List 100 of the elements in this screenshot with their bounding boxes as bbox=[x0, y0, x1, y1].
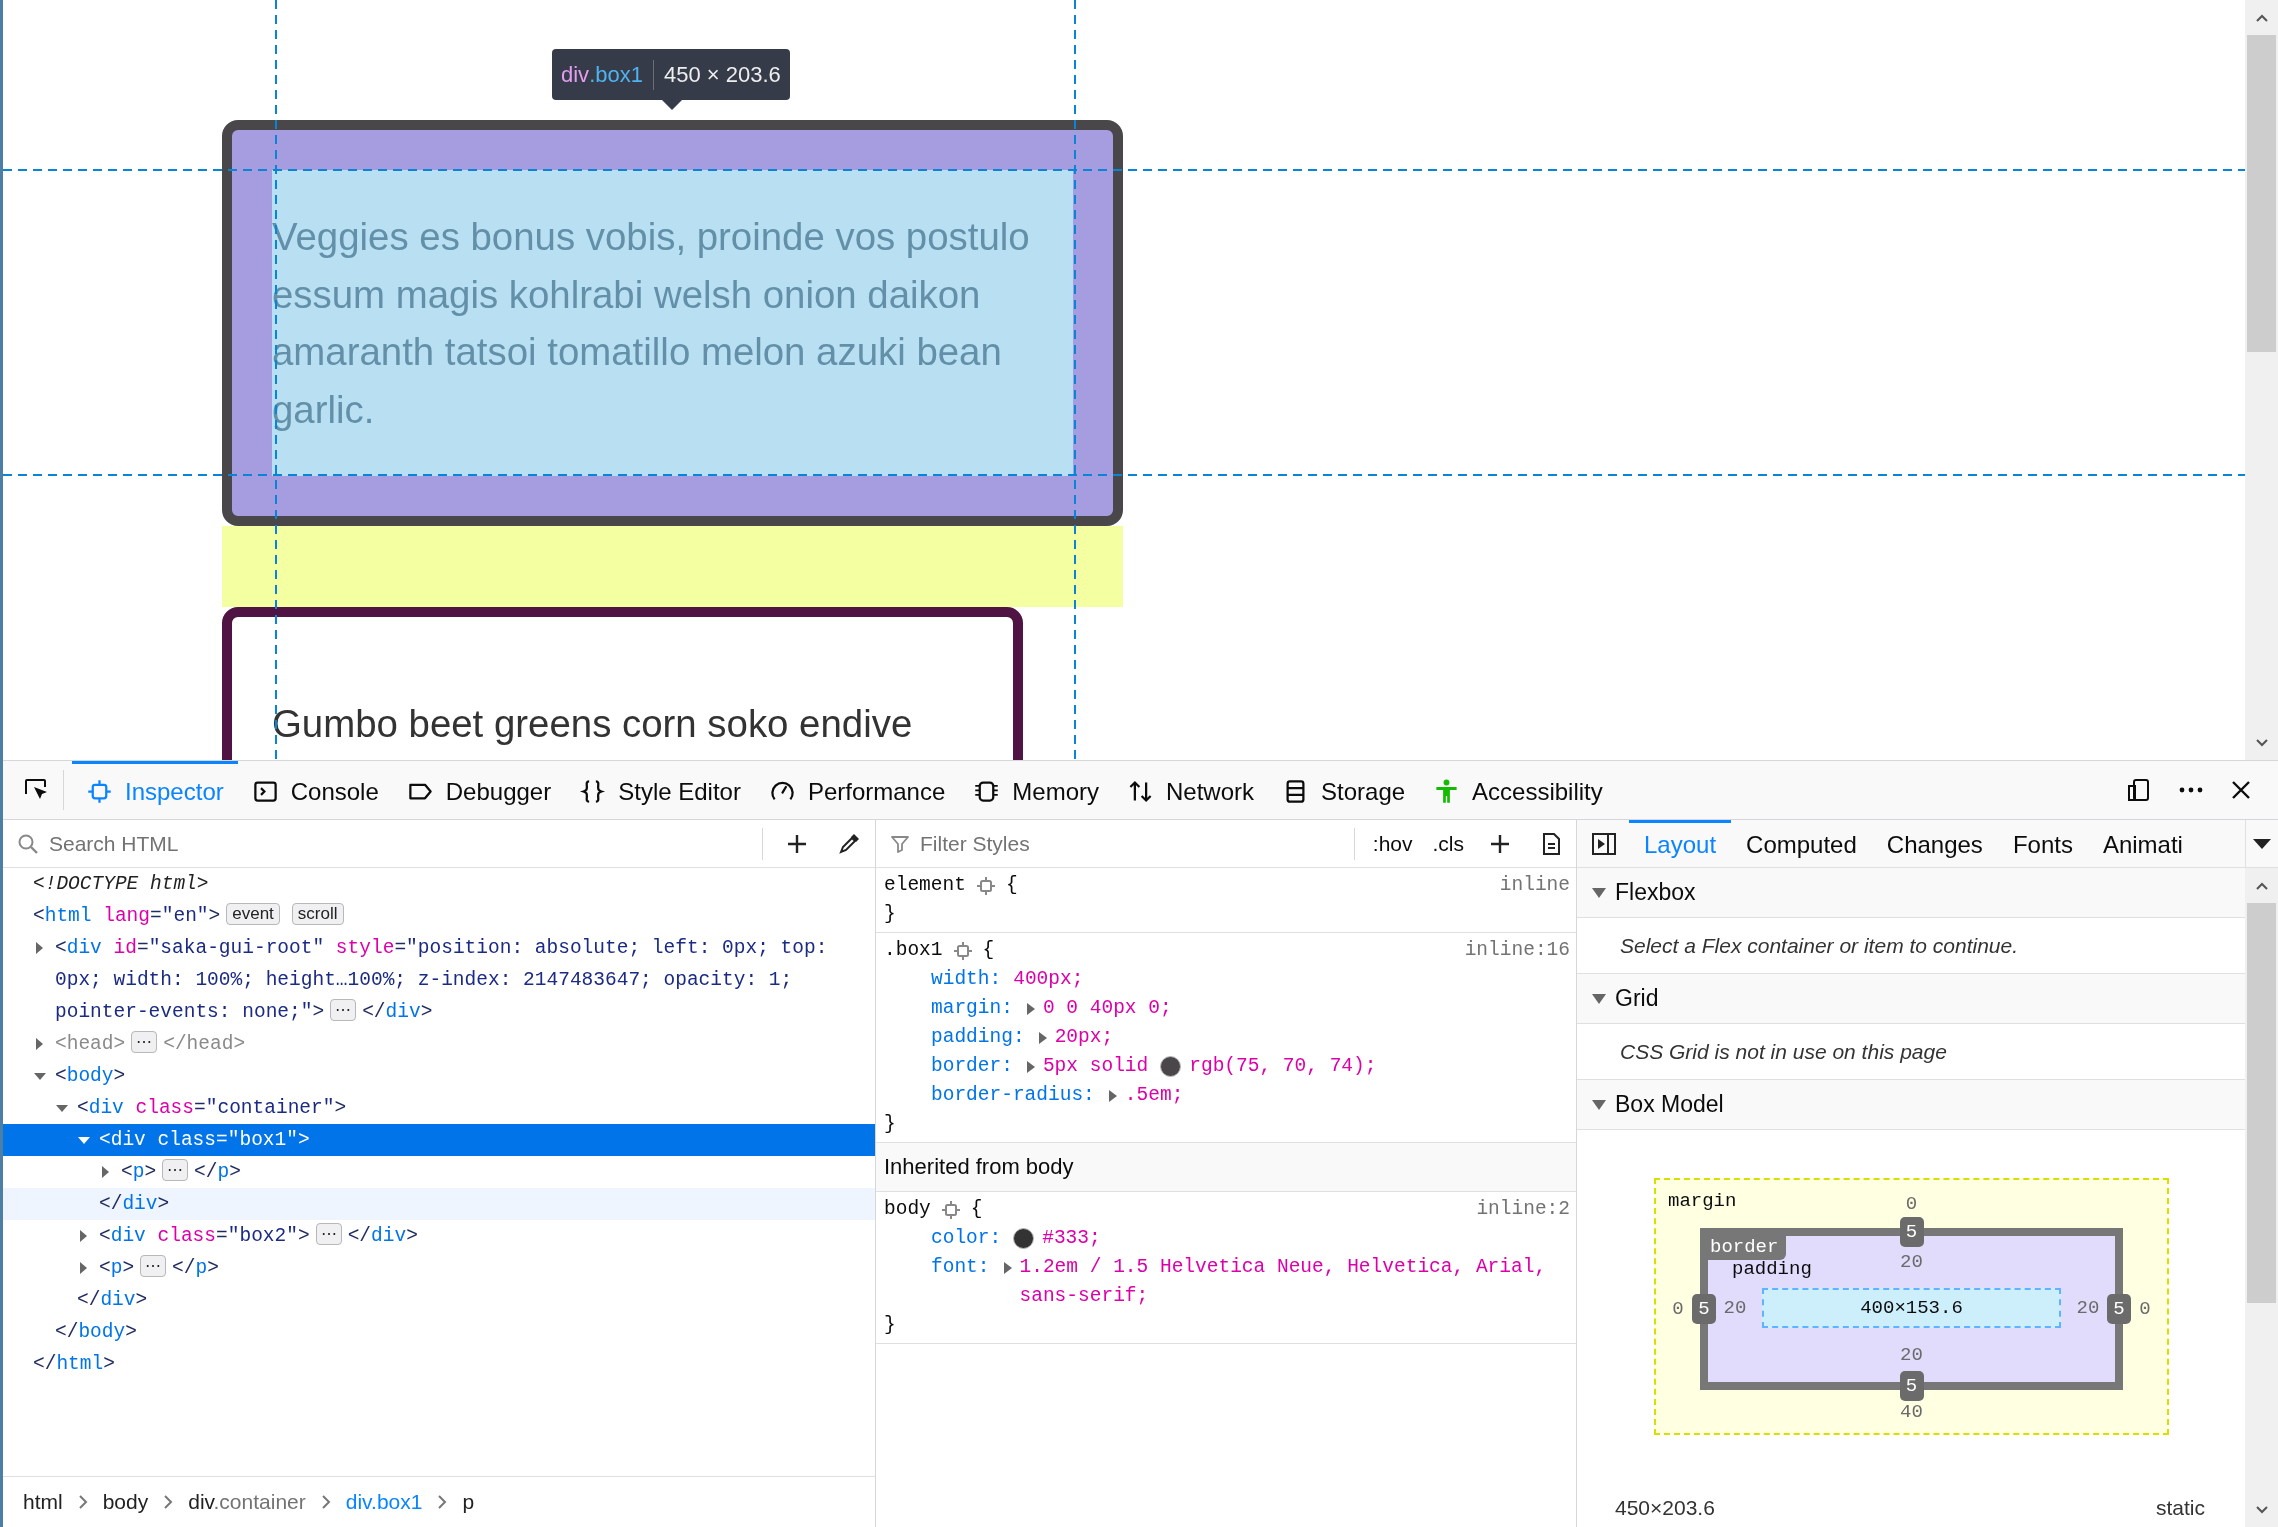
markup-row[interactable]: <div class="box1"> bbox=[3, 1124, 875, 1156]
border-value[interactable]: 5 bbox=[1899, 1371, 1924, 1401]
css-property[interactable]: color: bbox=[931, 1224, 1002, 1253]
border-value[interactable]: 5 bbox=[2107, 1294, 2131, 1324]
markup-row[interactable]: <body> bbox=[3, 1060, 875, 1092]
inherited-header: Inherited from body bbox=[876, 1143, 1576, 1192]
markup-line: </body> bbox=[55, 1320, 138, 1345]
css-value[interactable]: 20px; bbox=[1054, 1023, 1114, 1052]
box-model-value[interactable]: 0 bbox=[2139, 1298, 2151, 1320]
sidebar-tab[interactable]: Computed bbox=[1731, 820, 1872, 867]
markup-line: <p> ⋯ </p> bbox=[99, 1254, 220, 1281]
css-value[interactable]: rgb(75, 70, 74); bbox=[1189, 1052, 1377, 1081]
breadcrumb[interactable]: div.box1 bbox=[341, 1490, 427, 1514]
search-field[interactable]: Search HTML bbox=[47, 830, 754, 857]
markup-row[interactable]: </html> bbox=[3, 1348, 875, 1380]
box-model-value[interactable]: 40 bbox=[1900, 1400, 1923, 1423]
element-size: 450 × 203.6 bbox=[663, 61, 781, 88]
paragraph-text: Veggies es bonus vobis, proinde vos postulo essum magis kohlrabi welsh onion daikon amaranth tatsoi tomatillo melon azuki bean garlic. bbox=[272, 214, 1031, 433]
section-title: Box Model bbox=[1615, 1091, 1724, 1118]
css-brace: } bbox=[884, 1112, 897, 1137]
markup-row[interactable]: <div id="saka-gui-root" style="position: absolute; left: 0px; top: 0px; width: 100%; height…100%; z-index: 2147483647; opacity: 1; pointer-events: none;"> ⋯ </div> bbox=[3, 932, 875, 1028]
markup-line: <div class="box1"> bbox=[99, 1128, 311, 1153]
sidebar-tab[interactable]: Animati bbox=[2087, 820, 2198, 867]
markup-row[interactable]: <p> ⋯ </p> bbox=[3, 1252, 875, 1284]
sidebar-tab[interactable]: Fonts bbox=[1997, 820, 2088, 867]
rule-source[interactable]: inline bbox=[1499, 871, 1570, 900]
css-brace: { bbox=[970, 1197, 983, 1222]
css-value[interactable]: #333; bbox=[1042, 1224, 1101, 1253]
filter-field[interactable]: Filter Styles bbox=[918, 830, 1346, 857]
css-brace: } bbox=[884, 902, 897, 927]
markup-row[interactable]: <div class="box2"> ⋯ </div> bbox=[3, 1220, 875, 1252]
content-box[interactable]: 400×153.6 bbox=[1762, 1288, 2061, 1328]
breadcrumb[interactable]: p bbox=[458, 1490, 479, 1514]
devtools-tab[interactable]: Storage bbox=[1268, 761, 1420, 819]
css-property[interactable]: font: bbox=[931, 1253, 990, 1282]
css-property[interactable]: margin: bbox=[931, 994, 1013, 1023]
css-selector: .box1 bbox=[884, 938, 943, 963]
box-model-value[interactable]: 20 bbox=[1900, 1251, 1923, 1273]
markup-row[interactable]: <head> ⋯ </head> bbox=[3, 1028, 875, 1060]
css-value[interactable]: 400px; bbox=[1013, 965, 1084, 994]
css-selector: body bbox=[884, 1197, 931, 1222]
devtools-tab[interactable]: Accessibility bbox=[1419, 761, 1617, 819]
ellipsis-badge[interactable]: ⋯ bbox=[131, 1031, 158, 1053]
css-property[interactable]: padding: bbox=[931, 1023, 1025, 1052]
breadcrumb[interactable]: div.container bbox=[184, 1490, 310, 1514]
css-brace: } bbox=[884, 1313, 897, 1338]
markup-row[interactable]: <!DOCTYPE html> bbox=[3, 868, 875, 900]
markup-line: </div> bbox=[99, 1192, 171, 1217]
markup-line: <div class="container"> bbox=[77, 1096, 348, 1121]
markup-line: <body> bbox=[55, 1064, 127, 1089]
css-value[interactable]: 0 0 40px 0; bbox=[1042, 994, 1172, 1023]
css-selector: element bbox=[884, 873, 966, 898]
css-brace: { bbox=[982, 938, 995, 963]
css-value[interactable]: 5px solid bbox=[1042, 1052, 1149, 1081]
css-value[interactable]: 1.2em / 1.5 Helvetica Neue, Helvetica, Arial, sans-serif; bbox=[1019, 1253, 1570, 1311]
box-model-value[interactable]: 20 bbox=[2076, 1297, 2100, 1319]
box-model-value[interactable]: 20 bbox=[1900, 1344, 1923, 1366]
markup-row[interactable]: </div> bbox=[3, 1188, 875, 1220]
markup-row[interactable]: <div class="container"> bbox=[3, 1092, 875, 1124]
box-model-value[interactable]: 20 bbox=[1723, 1297, 1747, 1319]
css-value[interactable]: .5em; bbox=[1124, 1081, 1184, 1110]
sidebar-tab[interactable]: Changes bbox=[1871, 820, 1998, 867]
pseudo-toggle[interactable]: .cls bbox=[1422, 831, 1474, 856]
section-header[interactable]: Grid bbox=[1577, 974, 2245, 1024]
devtools-tab[interactable]: Performance bbox=[754, 761, 960, 819]
box-model-value[interactable]: 0 bbox=[1672, 1298, 1684, 1320]
border-value[interactable]: 5 bbox=[1692, 1294, 1716, 1324]
devtools-tab[interactable]: Network bbox=[1113, 761, 1268, 819]
section-title: Grid bbox=[1615, 985, 1659, 1012]
rule-source[interactable]: inline:2 bbox=[1476, 1195, 1570, 1224]
devtools-tab[interactable]: Memory bbox=[959, 761, 1113, 819]
devtools-tab[interactable]: Debugger bbox=[392, 761, 566, 819]
markup-tag: </head> bbox=[163, 1033, 246, 1055]
markup-row[interactable]: <p> ⋯ </p> bbox=[3, 1156, 875, 1188]
markup-line: <div class="box2"> ⋯ </div> bbox=[99, 1222, 419, 1249]
markup-row[interactable]: </div> bbox=[3, 1284, 875, 1316]
element-tag: div bbox=[561, 61, 590, 88]
markup-row[interactable]: </body> bbox=[3, 1316, 875, 1348]
devtools-tab[interactable]: Style Editor bbox=[565, 761, 755, 819]
paragraph-text: Gumbo beet greens corn soko endive bbox=[272, 701, 914, 748]
margin-label: margin bbox=[1668, 1190, 1737, 1212]
css-property[interactable]: border: bbox=[931, 1052, 1013, 1081]
css-property[interactable]: border-radius: bbox=[931, 1081, 1095, 1110]
markup-line: <p> ⋯ </p> bbox=[121, 1158, 242, 1185]
css-property[interactable]: width: bbox=[931, 965, 1002, 994]
rule-source[interactable]: inline:16 bbox=[1464, 936, 1570, 965]
markup-line: </div> bbox=[77, 1288, 149, 1313]
section-header[interactable]: Box Model bbox=[1577, 1080, 2245, 1130]
box-model-value[interactable]: 0 bbox=[1905, 1193, 1918, 1215]
border-value[interactable]: 5 bbox=[1899, 1217, 1924, 1247]
breadcrumb[interactable]: html bbox=[19, 1490, 67, 1514]
markup-tag: <head> bbox=[55, 1033, 126, 1055]
css-brace: { bbox=[1005, 873, 1018, 898]
breadcrumb[interactable]: body bbox=[98, 1490, 153, 1514]
section-title: Flexbox bbox=[1615, 879, 1696, 906]
element-size: 450×203.6 bbox=[1615, 1495, 1715, 1521]
devtools-tab[interactable]: Console bbox=[237, 761, 393, 819]
pseudo-toggle[interactable]: :hov bbox=[1362, 831, 1423, 856]
section-header[interactable]: Flexbox bbox=[1577, 868, 2245, 918]
border-label: border bbox=[1708, 1236, 1787, 1260]
